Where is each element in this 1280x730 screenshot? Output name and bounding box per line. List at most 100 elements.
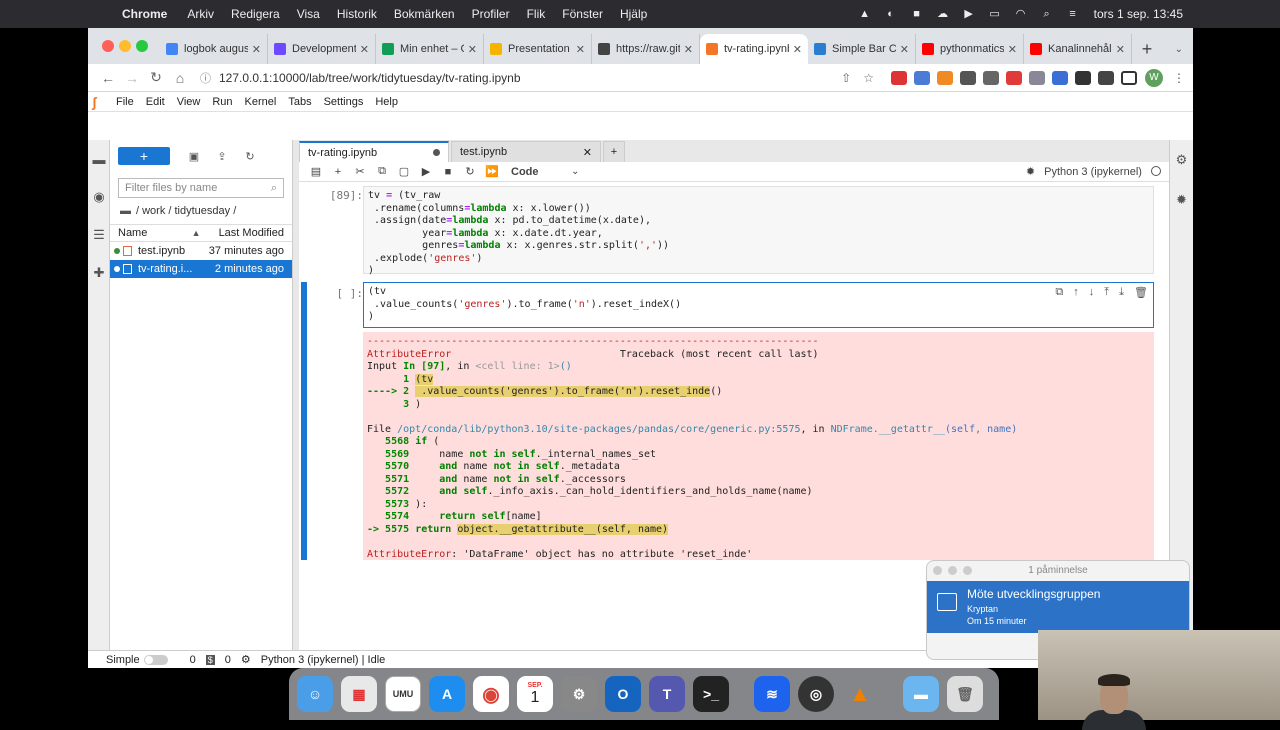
- chevron-down-icon[interactable]: ⌄: [571, 166, 579, 177]
- extension-leaf-icon[interactable]: [1029, 70, 1045, 85]
- jmenu-tabs[interactable]: Tabs: [288, 96, 311, 108]
- menubar-clock[interactable]: tors 1 sep. 13:45: [1094, 7, 1183, 21]
- jmenu-kernel[interactable]: Kernel: [245, 96, 277, 108]
- new-tab-button[interactable]: +: [1132, 34, 1162, 64]
- menu-item-historik[interactable]: Historik: [337, 7, 377, 21]
- table-of-contents-icon[interactable]: ☰: [88, 216, 110, 254]
- code-cell-active[interactable]: [ ]: (tv .value_counts('genres').to_fram…: [299, 282, 1154, 560]
- menu-item-redigera[interactable]: Redigera: [231, 7, 280, 21]
- insert-below-icon[interactable]: ⤓: [1119, 286, 1124, 299]
- extension-note-icon[interactable]: [983, 70, 999, 85]
- extensions-icon[interactable]: ✚: [88, 254, 110, 292]
- insert-cell-icon[interactable]: +: [327, 166, 349, 178]
- launchpad-icon[interactable]: ▦: [341, 676, 377, 712]
- running-kernels-icon[interactable]: ◉: [88, 178, 110, 216]
- column-modified-header[interactable]: Last Modified: [219, 227, 284, 239]
- stop-icon[interactable]: ■: [437, 166, 459, 178]
- extension-blue-icon[interactable]: [1052, 70, 1068, 85]
- menu-item-hjalp[interactable]: Hjälp: [620, 7, 647, 21]
- file-row[interactable]: test.ipynb 37 minutes ago: [110, 242, 292, 260]
- extension-screenshot-icon[interactable]: [960, 70, 976, 85]
- battery-icon[interactable]: ▭: [988, 8, 1002, 20]
- menu-item-profiler[interactable]: Profiler: [472, 7, 510, 21]
- minimize-window-button[interactable]: [119, 40, 131, 52]
- browser-tab[interactable]: https://raw.git ✕: [592, 34, 700, 64]
- home-icon[interactable]: ⌂: [168, 70, 192, 86]
- menu-item-bokmarken[interactable]: Bokmärken: [394, 7, 455, 21]
- property-inspector-icon[interactable]: ⚙: [1170, 140, 1193, 180]
- vlc-icon[interactable]: ▲: [858, 8, 872, 20]
- breadcrumb-path[interactable]: / work / tidytuesday /: [136, 205, 236, 217]
- docker-icon[interactable]: ≋: [754, 676, 790, 712]
- close-window-button[interactable]: [102, 40, 114, 52]
- close-tab-icon[interactable]: ✕: [1116, 43, 1125, 56]
- bookmark-star-icon[interactable]: ☆: [863, 71, 874, 85]
- run-icon[interactable]: ▶: [415, 165, 437, 178]
- browser-tab[interactable]: logbok augusti ✕: [160, 34, 268, 64]
- copy-icon[interactable]: ⧉: [371, 165, 393, 178]
- move-down-icon[interactable]: ↓: [1089, 286, 1095, 299]
- close-tab-icon[interactable]: ✕: [1008, 43, 1017, 56]
- finder-icon[interactable]: ☺: [297, 676, 333, 712]
- unsaved-dot-icon[interactable]: [433, 149, 440, 156]
- file-browser-icon[interactable]: ▬: [88, 140, 110, 178]
- menu-item-flik[interactable]: Flik: [527, 7, 546, 21]
- downloads-folder-icon[interactable]: ▬: [903, 676, 939, 712]
- cell-editor[interactable]: tv = (tv_raw .rename(columns=lambda x: x…: [363, 186, 1154, 276]
- close-tab-icon[interactable]: ✕: [900, 43, 909, 56]
- camera-icon[interactable]: ■: [910, 8, 924, 20]
- jmenu-run[interactable]: Run: [212, 96, 232, 108]
- new-folder-icon[interactable]: ▣: [180, 150, 208, 163]
- browser-tab[interactable]: tv-rating.ipynb ✕: [700, 34, 808, 64]
- extension-p-icon[interactable]: [1075, 70, 1091, 85]
- kernel-gear-icon[interactable]: ⚙: [241, 653, 251, 666]
- search-icon[interactable]: ⌕: [1040, 8, 1054, 20]
- browser-tab[interactable]: pythonmatics ✕: [916, 34, 1024, 64]
- extension-gear-icon[interactable]: [937, 70, 953, 85]
- extension-video-icon[interactable]: [1006, 70, 1022, 85]
- simple-mode-toggle[interactable]: [143, 654, 168, 665]
- close-tab-icon[interactable]: ✕: [793, 43, 802, 56]
- jmenu-file[interactable]: File: [116, 96, 134, 108]
- folder-icon[interactable]: ▬: [120, 205, 131, 217]
- file-row-selected[interactable]: tv-rating.i... 2 minutes ago: [110, 260, 292, 278]
- side-panel-icon[interactable]: [1121, 70, 1137, 85]
- close-tab-icon[interactable]: ✕: [360, 43, 369, 56]
- paste-icon[interactable]: ▢: [393, 165, 415, 178]
- obs-icon[interactable]: ◎: [798, 676, 834, 712]
- menu-item-visa[interactable]: Visa: [297, 7, 320, 21]
- back-icon[interactable]: ←: [96, 70, 120, 86]
- kernel-indicator[interactable]: ✹ Python 3 (ipykernel): [1026, 165, 1161, 178]
- menu-item-arkiv[interactable]: Arkiv: [187, 7, 214, 21]
- close-tab-icon[interactable]: ✕: [576, 43, 585, 56]
- notification-body[interactable]: Möte utvecklingsgruppen Kryptan Om 15 mi…: [927, 581, 1189, 633]
- delete-cell-icon[interactable]: 🗑: [1134, 286, 1148, 299]
- menu-app-name[interactable]: Chrome: [122, 7, 167, 21]
- app-store-icon[interactable]: A: [429, 676, 465, 712]
- control-center-icon[interactable]: ≡: [1066, 8, 1080, 20]
- jmenu-view[interactable]: View: [177, 96, 201, 108]
- umea-university-icon[interactable]: UMU: [385, 676, 421, 712]
- restart-icon[interactable]: ↻: [459, 165, 481, 178]
- extensions-puzzle-icon[interactable]: [1098, 70, 1114, 85]
- browser-tab[interactable]: Development ✕: [268, 34, 376, 64]
- column-name-header[interactable]: Name: [118, 227, 192, 239]
- insert-above-icon[interactable]: ⤒: [1104, 286, 1109, 299]
- browser-tab[interactable]: Simple Bar Ch ✕: [808, 34, 916, 64]
- profile-avatar[interactable]: W: [1145, 68, 1163, 87]
- add-tab-button[interactable]: +: [603, 141, 625, 162]
- settings-icon[interactable]: ◐: [884, 8, 898, 20]
- chrome-menu-icon[interactable]: ⋮: [1173, 71, 1185, 85]
- extension-adblock-icon[interactable]: [891, 70, 907, 85]
- upload-icon[interactable]: ⇪: [208, 150, 236, 163]
- tab-search-icon[interactable]: ⌄: [1175, 34, 1183, 64]
- duplicate-cell-icon[interactable]: ⧉: [1055, 286, 1063, 299]
- browser-tab[interactable]: Min enhet – G ✕: [376, 34, 484, 64]
- cloud-icon[interactable]: ☁: [936, 8, 950, 20]
- cell-editor-active[interactable]: (tv .value_counts('genres').to_frame('n'…: [363, 282, 1154, 328]
- save-icon[interactable]: ▤: [305, 165, 327, 178]
- forward-icon[interactable]: →: [120, 70, 144, 86]
- cut-icon[interactable]: ✂: [349, 165, 371, 178]
- menu-item-fonster[interactable]: Fönster: [562, 7, 603, 21]
- omnibox[interactable]: ⓘ 127.0.0.1:10000/lab/tree/work/tidytues…: [200, 66, 874, 89]
